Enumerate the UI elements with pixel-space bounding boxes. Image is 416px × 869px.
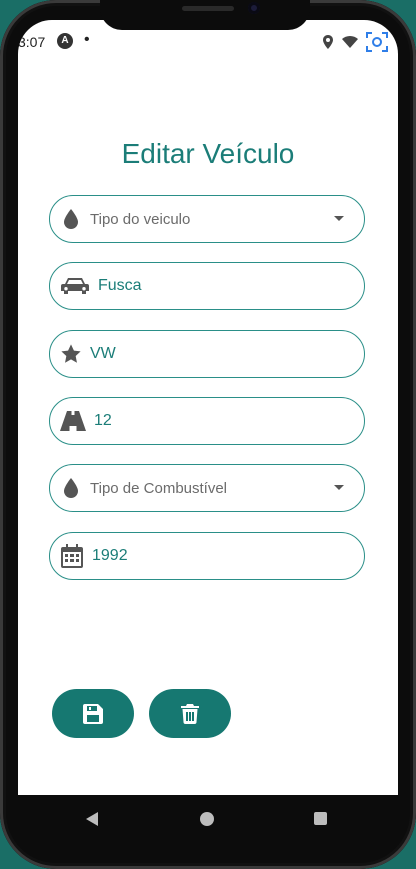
page-title: Editar Veículo — [121, 138, 295, 169]
status-app-badge: A — [57, 33, 73, 49]
status-icons — [322, 32, 388, 52]
star-icon — [60, 343, 82, 365]
mileage-field[interactable]: 12 — [49, 397, 365, 445]
back-icon[interactable] — [86, 812, 98, 826]
location-icon — [323, 35, 333, 49]
speaker-grille — [182, 6, 234, 11]
calendar-icon — [60, 544, 84, 568]
save-button[interactable] — [52, 689, 134, 738]
fuel-type-placeholder: Tipo de Combustível — [90, 479, 228, 497]
camera-icon — [248, 2, 260, 14]
trash-icon — [181, 703, 199, 724]
road-icon — [60, 410, 86, 432]
chevron-down-icon[interactable] — [334, 485, 344, 490]
delete-button[interactable] — [149, 689, 231, 738]
year-value: 1992 — [92, 547, 128, 564]
app-screen: 3:07 A • Editar Veículo Tipo do veiculo … — [18, 20, 398, 795]
year-field[interactable]: 1992 — [49, 532, 365, 580]
vehicle-type-select[interactable]: Tipo do veiculo — [49, 195, 365, 243]
chevron-down-icon[interactable] — [334, 216, 344, 221]
model-value: Fusca — [98, 277, 142, 294]
mileage-value: 12 — [94, 412, 112, 429]
model-field[interactable]: Fusca — [49, 262, 365, 310]
home-icon[interactable] — [200, 812, 214, 826]
status-time: 3:07 — [18, 34, 46, 50]
status-dot: • — [84, 31, 90, 48]
fuel-type-select[interactable]: Tipo de Combustível — [49, 464, 365, 512]
recent-apps-icon[interactable] — [314, 812, 327, 825]
save-icon — [83, 703, 103, 724]
drop-icon — [60, 477, 82, 499]
navigation-bar — [18, 795, 398, 843]
wifi-icon — [342, 35, 358, 48]
brand-value: VW — [90, 345, 116, 362]
camera-notch — [100, 0, 310, 30]
screenshot-icon — [366, 32, 388, 52]
phone-frame: 3:07 A • Editar Veículo Tipo do veiculo … — [0, 0, 416, 869]
car-icon — [60, 275, 90, 297]
brand-field[interactable]: VW — [49, 330, 365, 378]
drop-icon — [60, 208, 82, 230]
vehicle-type-placeholder: Tipo do veiculo — [90, 210, 191, 228]
